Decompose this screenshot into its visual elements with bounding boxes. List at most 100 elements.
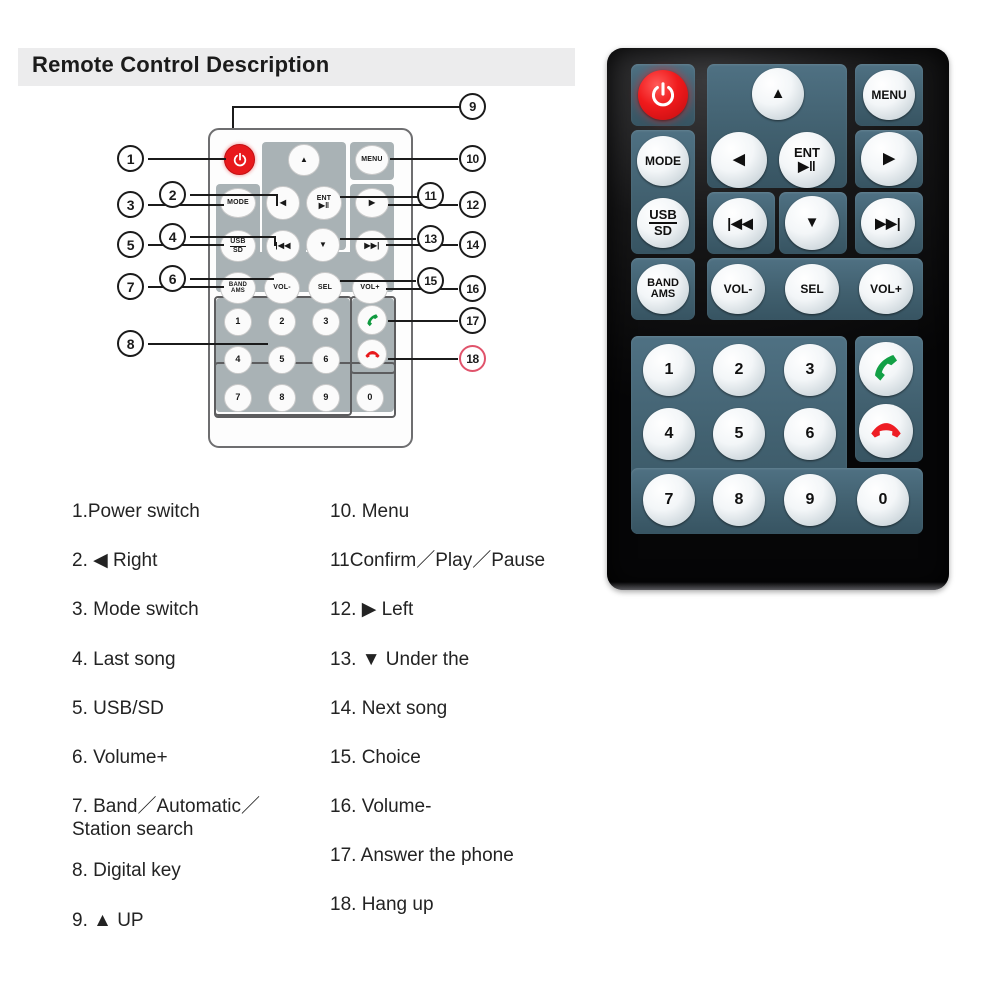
- callout-14-label: 14: [466, 237, 479, 252]
- photo-voldown-label: VOL-: [723, 281, 753, 296]
- photo-ams-label: AMS: [650, 288, 676, 300]
- leader-line: [190, 194, 278, 196]
- power-icon: [233, 152, 246, 166]
- legend-column-left: 1.Power switch 2. ◀ Right 3. Mode switch…: [72, 500, 332, 958]
- callout-13-label: 13: [424, 231, 437, 246]
- leader-line: [190, 236, 276, 238]
- photo-key-8-label: 8: [734, 490, 744, 508]
- photo-right-button[interactable]: ▶: [861, 132, 917, 186]
- photo-key-9[interactable]: 9: [784, 474, 836, 526]
- diagram-next-icon: ▶▶|: [364, 240, 380, 250]
- diagram-ent-button[interactable]: ENT ▶‖: [306, 186, 342, 220]
- diagram-key-1[interactable]: 1: [224, 308, 252, 336]
- photo-key-2-label: 2: [734, 360, 744, 378]
- diagram-hangup-button[interactable]: [357, 339, 387, 369]
- photo-menu-button[interactable]: MENU: [863, 70, 915, 120]
- photo-sel-button[interactable]: SEL: [785, 264, 839, 314]
- diagram-mode-button[interactable]: MODE: [220, 188, 256, 218]
- diagram-prev-button[interactable]: |◀◀: [266, 230, 300, 262]
- diagram-key-7[interactable]: 7: [224, 384, 252, 412]
- diagram-usbsd-button[interactable]: USB SD: [220, 230, 256, 262]
- diagram-volup-button[interactable]: VOL+: [352, 272, 388, 304]
- diagram-power-button[interactable]: [224, 144, 255, 175]
- photo-ent-button[interactable]: ENT ▶‖: [779, 132, 835, 188]
- callout-11: 11: [417, 182, 444, 209]
- photo-key-1[interactable]: 1: [643, 344, 695, 396]
- diagram-key-9[interactable]: 9: [312, 384, 340, 412]
- page-title: Remote Control Description: [32, 52, 330, 77]
- photo-mode-label: MODE: [645, 153, 681, 168]
- callout-8-label: 8: [126, 335, 135, 352]
- diagram-down-button[interactable]: ▼: [306, 228, 340, 262]
- diagram-next-button[interactable]: ▶▶|: [355, 230, 389, 262]
- photo-key-6[interactable]: 6: [784, 408, 836, 460]
- photo-volup-button[interactable]: VOL+: [859, 264, 913, 314]
- callout-3-label: 3: [126, 196, 135, 213]
- photo-key-2[interactable]: 2: [713, 344, 765, 396]
- leader-line: [388, 358, 458, 360]
- diagram-key-3[interactable]: 3: [312, 308, 340, 336]
- callout-5-label: 5: [126, 236, 135, 253]
- diagram-ams-label: AMS: [231, 288, 245, 294]
- photo-usb-label: USB: [649, 207, 677, 224]
- legend-item-4: 4. Last song: [72, 648, 176, 670]
- photo-mode-button[interactable]: MODE: [637, 136, 689, 186]
- photo-key-5[interactable]: 5: [713, 408, 765, 460]
- photo-ent-label: ENT: [794, 145, 820, 161]
- diagram-up-button[interactable]: ▲: [288, 144, 320, 176]
- callout-7-label: 7: [126, 278, 135, 295]
- photo-hangup-button[interactable]: [859, 404, 913, 458]
- diagram-right-button[interactable]: ▶: [355, 188, 389, 218]
- diagram-key-0[interactable]: 0: [356, 384, 384, 412]
- diagram-answer-button[interactable]: [357, 305, 387, 335]
- callout-2: 2: [159, 181, 186, 208]
- diagram-bandams-button[interactable]: BAND AMS: [220, 272, 256, 304]
- diagram-key-8[interactable]: 8: [268, 384, 296, 412]
- callout-18: 18: [459, 345, 486, 372]
- photo-key-7[interactable]: 7: [643, 474, 695, 526]
- legend-item-3: 3. Mode switch: [72, 599, 199, 621]
- diagram-menu-button[interactable]: MENU: [355, 145, 389, 175]
- callout-10: 10: [459, 145, 486, 172]
- callout-9-label: 9: [469, 99, 476, 114]
- diagram-down-label: ▼: [318, 239, 328, 249]
- diagram-key-5-label: 5: [279, 354, 285, 365]
- photo-key-8[interactable]: 8: [713, 474, 765, 526]
- diagram-key-6[interactable]: 6: [312, 346, 340, 374]
- photo-answer-button[interactable]: [859, 342, 913, 396]
- photo-voldown-button[interactable]: VOL-: [711, 264, 765, 314]
- photo-bandams-button[interactable]: BAND AMS: [637, 264, 689, 314]
- photo-key-4[interactable]: 4: [643, 408, 695, 460]
- photo-key-0[interactable]: 0: [857, 474, 909, 526]
- photo-sd-label: SD: [653, 223, 673, 238]
- callout-16: 16: [459, 275, 486, 302]
- answer-call-icon: [875, 355, 898, 381]
- callout-9: 9: [459, 93, 486, 120]
- photo-power-button[interactable]: [638, 70, 688, 120]
- photo-left-button[interactable]: ◀: [711, 132, 767, 188]
- callout-10-label: 10: [466, 151, 479, 166]
- diagram-sel-button[interactable]: SEL: [308, 272, 342, 304]
- diagram-left-button[interactable]: ◀: [266, 186, 300, 220]
- diagram-menu-label: MENU: [361, 156, 383, 164]
- photo-usbsd-button[interactable]: USB SD: [637, 198, 689, 248]
- leader-line: [390, 158, 458, 160]
- legend-item-12: 12. ▶ Left: [330, 599, 414, 621]
- diagram-key-2[interactable]: 2: [268, 308, 296, 336]
- leader-line: [340, 196, 418, 198]
- legend-item-8: 8. Digital key: [72, 860, 181, 882]
- diagram-voldown-button[interactable]: VOL-: [264, 272, 300, 304]
- callout-17-label: 17: [466, 313, 479, 328]
- remote-photo: ▲ MENU MODE ◀ ENT ▶‖ ▶ USB SD |◀◀ ▼ ▶▶| …: [607, 48, 949, 590]
- photo-next-button[interactable]: ▶▶|: [861, 198, 915, 248]
- callout-12: 12: [459, 191, 486, 218]
- diagram-key-4[interactable]: 4: [224, 346, 252, 374]
- photo-prev-button[interactable]: |◀◀: [713, 198, 767, 248]
- photo-down-button[interactable]: ▼: [785, 196, 839, 250]
- legend-item-18: 18. Hang up: [330, 894, 434, 916]
- leader-line: [148, 244, 224, 246]
- photo-key-3-label: 3: [805, 360, 815, 378]
- photo-up-button[interactable]: ▲: [752, 68, 804, 120]
- diagram-key-5[interactable]: 5: [268, 346, 296, 374]
- photo-key-3[interactable]: 3: [784, 344, 836, 396]
